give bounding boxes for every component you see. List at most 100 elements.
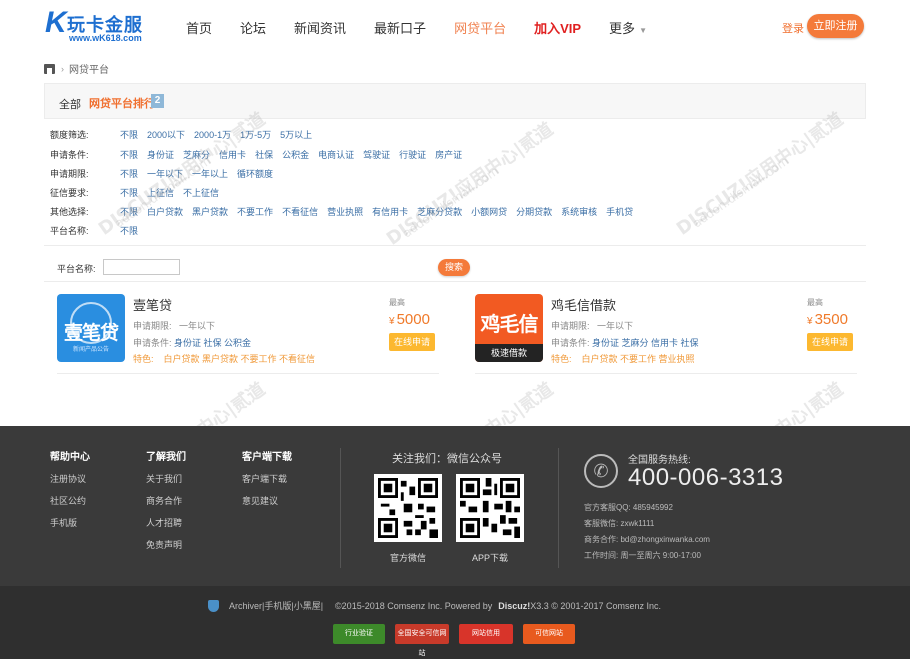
footer-link[interactable]: 社区公约 [50,494,90,507]
archiver-link[interactable]: Archiver [229,601,262,611]
filter-option[interactable]: 公积金 [282,148,309,161]
filter-option[interactable]: 身份证 [147,148,174,161]
contact-line: 官方客服QQ: 485945992 [584,502,673,513]
qr-code-icon [378,478,438,538]
trusted-site-badge[interactable]: 可信网站 [523,624,575,644]
filter-option[interactable]: 2000以下 [147,128,185,141]
product-conditions: 申请条件: 身份证 社保 公积金 [133,336,251,349]
tab-all[interactable]: 全部 [59,96,81,112]
footer-link[interactable]: 商务合作 [146,494,186,507]
footer-link[interactable]: 注册协议 [50,472,90,485]
filter-option[interactable]: 电商认证 [318,148,354,161]
tab-platform-ranking[interactable]: 网贷平台排行 [89,95,155,111]
blackroom-link[interactable]: |小黑屋 [291,599,320,612]
apply-online-button[interactable]: 在线申请 [807,333,853,351]
mobile-link[interactable]: |手机版 [262,599,291,612]
product-card[interactable]: 壹笔贷 新闻产品公告 壹笔贷 申请期限: 一年以下 申请条件: 身份证 社保 公… [57,288,439,374]
max-amount: ¥5000 [389,311,430,328]
footer-link[interactable]: 免责声明 [146,538,186,551]
industry-verified-badge[interactable]: 行业验证 [333,624,385,644]
nav-forum[interactable]: 论坛 [240,18,266,37]
nav-more[interactable]: 更多 ▼ [609,18,647,37]
term-label: 申请期限: [133,321,172,331]
product-conditions: 申请条件: 身份证 芝麻分 信用卡 社保 [551,336,699,349]
site-logo[interactable]: K 玩卡金服 www.wK618.com [45,6,155,44]
product-name[interactable]: 鸡毛信借款 [551,295,616,314]
contact-label: 工作时间: [584,551,619,560]
main-nav: 首页 论坛 新闻资讯 最新口子 网贷平台 加入VIP 更多 ▼ [186,18,647,37]
home-icon[interactable] [44,63,55,74]
footer-col-about: 了解我们 关于我们 商务合作 人才招聘 免责声明 [146,448,186,560]
register-button[interactable]: 立即注册 [807,14,864,38]
product-logo[interactable]: 壹笔贷 新闻产品公告 [57,294,125,362]
login-link[interactable]: 登录 [782,20,804,36]
search-label: 平台名称: [57,264,96,274]
filter-option[interactable]: 分期贷款 [516,205,552,218]
filter-option[interactable]: 小额网贷 [471,205,507,218]
footer-col-title: 客户端下载 [242,452,292,463]
contact-label: 客服微信: [584,519,619,528]
divider [558,448,559,568]
amount-value: 5000 [396,311,430,328]
product-name[interactable]: 壹笔贷 [133,295,172,314]
nav-latest[interactable]: 最新口子 [374,18,426,37]
currency-symbol: ¥ [807,316,813,327]
filter-option[interactable]: 营业执照 [327,205,363,218]
features-value: 白户贷款 黑户贷款 不要工作 不看征信 [163,354,316,364]
filter-option[interactable]: 不看征信 [282,205,318,218]
amount-value: 3500 [814,311,848,328]
footer-link[interactable]: 手机版 [50,516,90,529]
breadcrumb: › 网贷平台 [44,61,109,76]
contact-label: 官方客服QQ: [584,503,631,512]
filter-option[interactable]: 手机贷 [606,205,633,218]
footer-link[interactable]: 关于我们 [146,472,186,485]
max-amount: ¥3500 [807,311,848,328]
filter-option[interactable]: 不上征信 [183,186,219,199]
platform-search-input[interactable] [103,259,180,275]
product-card[interactable]: 鸡毛信 极速借款 鸡毛信借款 申请期限: 一年以下 申请条件: 身份证 芝麻分 … [475,288,857,374]
header: K 玩卡金服 www.wK618.com 首页 论坛 新闻资讯 最新口子 网贷平… [0,0,910,52]
divider [340,448,341,568]
qr-caption: APP下载 [471,553,508,563]
app-qr-code [456,474,524,542]
filter-option[interactable]: 社保 [255,148,273,161]
filter-option[interactable]: 系统审核 [561,205,597,218]
filter-option[interactable]: 房产证 [435,148,462,161]
filter-row-amount: 额度筛选: 不限 2000以下 2000-1万 1万-5万 5万以上 [50,128,321,141]
filter-option[interactable]: 不要工作 [237,205,273,218]
discuz-link[interactable]: Discuz! [498,601,530,611]
watermark: addon.dismall.com [690,153,792,231]
nav-home[interactable]: 首页 [186,18,212,37]
filter-option[interactable]: 驾驶证 [363,148,390,161]
search-button[interactable]: 搜索 [438,259,470,276]
contact-value: zxwk1111 [620,519,655,528]
hotline-number: 400-006-3313 [628,464,784,491]
filter-option[interactable]: 不限 [120,167,138,180]
footer-link[interactable]: 客户端下载 [242,472,292,485]
contact-value: bd@zhongxinwanka.com [620,535,710,544]
filter-row-conditions: 申请条件: 不限 身份证 芝麻分 信用卡 社保 公积金 电商认证 驾驶证 行驶证… [50,148,471,161]
site-credit-badge[interactable]: 网站信用 [459,624,513,644]
filter-option[interactable]: 不限 [120,148,138,161]
breadcrumb-current[interactable]: 网贷平台 [69,61,109,76]
nav-vip[interactable]: 加入VIP [534,18,581,37]
filter-option[interactable]: 不限 [120,128,138,141]
footer: 帮助中心 注册协议 社区公约 手机版 了解我们 关于我们 商务合作 人才招聘 免… [0,426,910,586]
filter-option[interactable]: 循环额度 [237,167,273,180]
safe-site-badge[interactable]: 全国安全可信网站 [395,624,449,657]
filter-option[interactable]: 5万以上 [280,128,312,141]
filter-label: 申请条件: [50,150,89,160]
footer-link[interactable]: 人才招聘 [146,516,186,529]
nav-platforms[interactable]: 网贷平台 [454,18,506,37]
nav-news[interactable]: 新闻资讯 [294,18,346,37]
product-logo[interactable]: 鸡毛信 极速借款 [475,294,543,362]
filter-option[interactable]: 黑户贷款 [192,205,228,218]
product-logo-subtext: 新闻产品公告 [72,347,109,353]
filter-option[interactable]: 行驶证 [399,148,426,161]
qr-code-icon [460,478,520,538]
product-logo-text: 鸡毛信 [480,312,539,336]
product-logo-subtext: 极速借款 [475,344,543,362]
footer-link[interactable]: 意见建议 [242,494,292,507]
max-label: 最高 [389,298,405,307]
apply-online-button[interactable]: 在线申请 [389,333,435,351]
